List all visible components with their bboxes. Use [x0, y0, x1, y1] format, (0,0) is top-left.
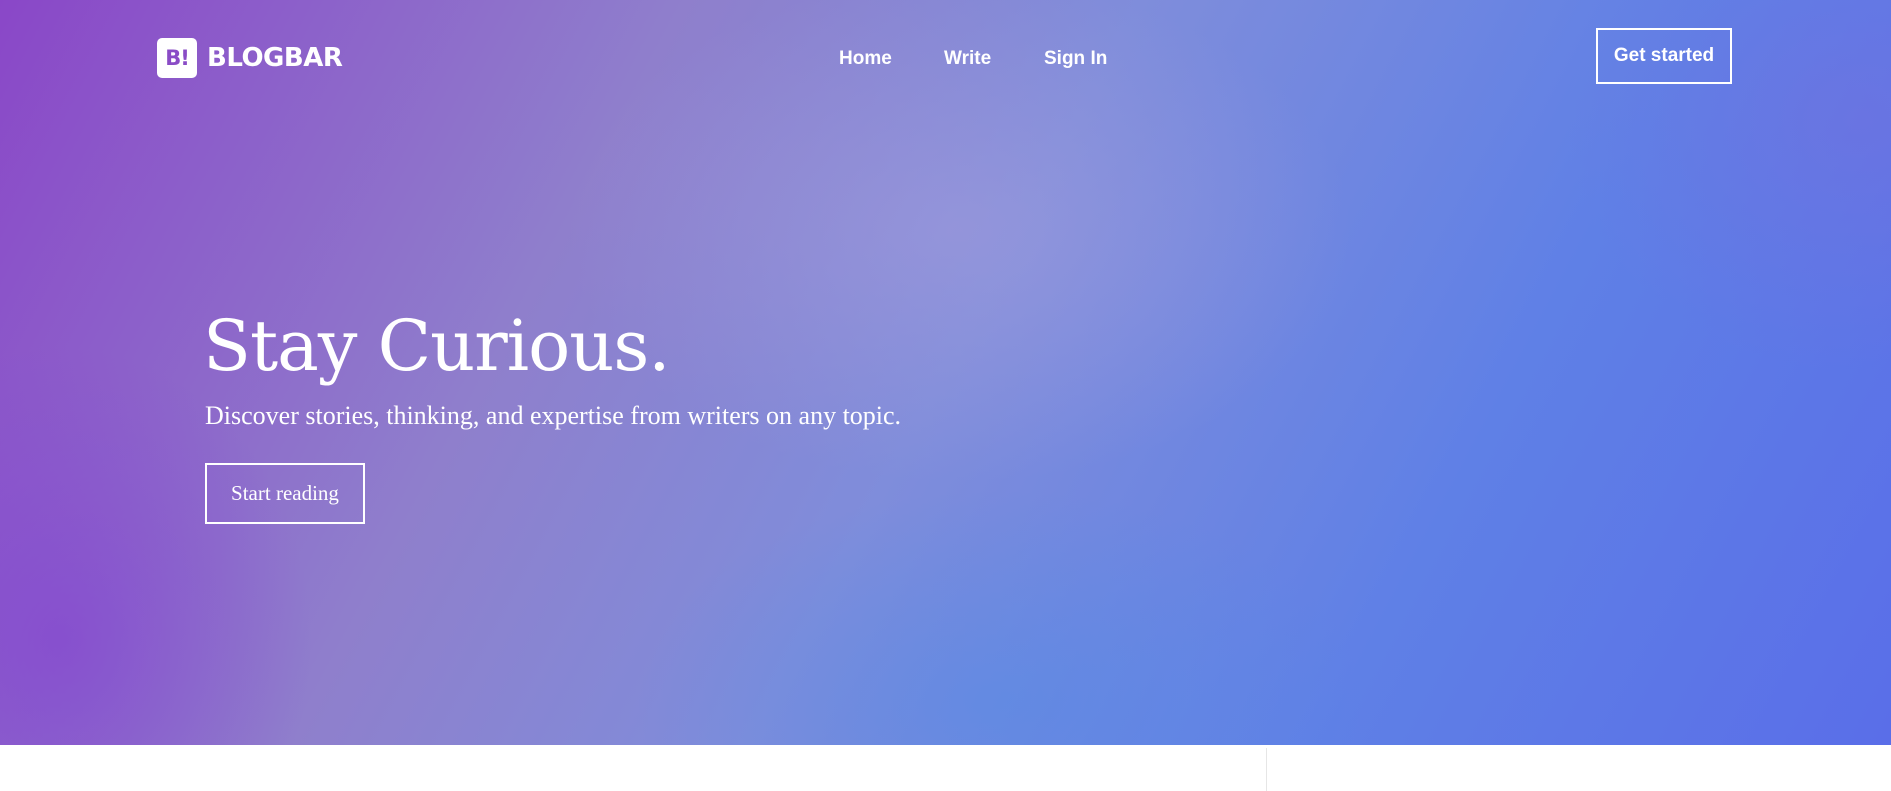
- hero-banner: B! BLOGBAR Home Write Sign In Get starte…: [0, 0, 1891, 745]
- hero-headline: Stay Curious.: [203, 305, 671, 387]
- nav-link-home[interactable]: Home: [839, 44, 892, 74]
- get-started-button[interactable]: Get started: [1596, 28, 1732, 84]
- hero-subheadline: Discover stories, thinking, and expertis…: [205, 401, 902, 430]
- start-reading-button[interactable]: Start reading: [205, 463, 365, 524]
- nav-link-sign-in[interactable]: Sign In: [1044, 44, 1107, 74]
- nav-link-write[interactable]: Write: [944, 44, 991, 74]
- content-column-divider: [1266, 748, 1267, 791]
